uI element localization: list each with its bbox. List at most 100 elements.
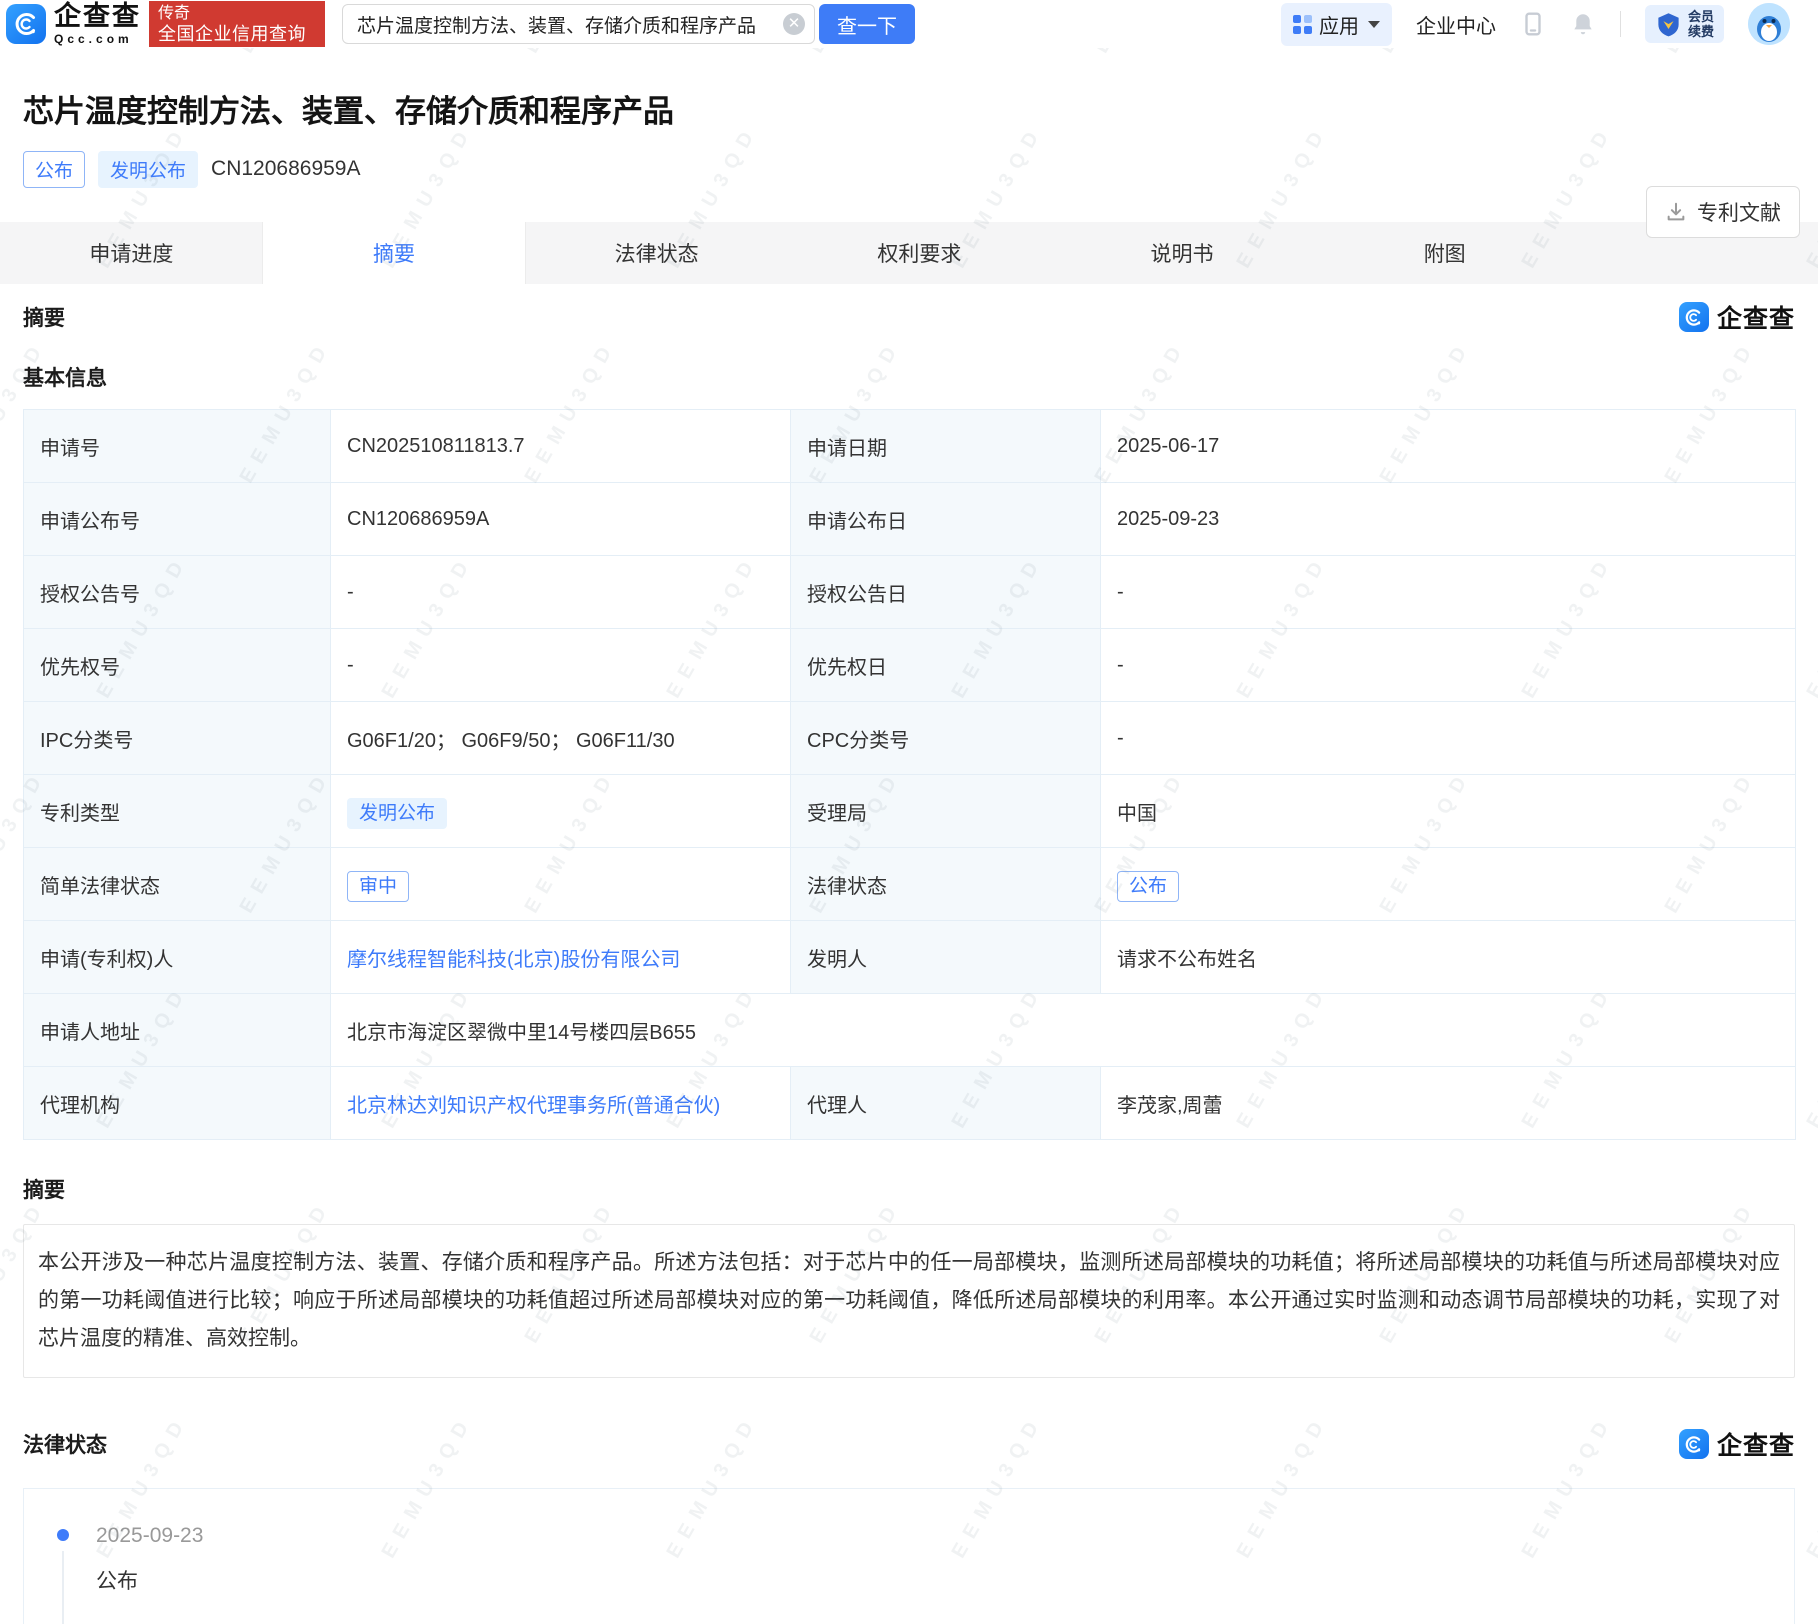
field-value: 摩尔线程智能科技(北京)股份有限公司 bbox=[331, 921, 791, 994]
legal-status-heading: 法律状态 bbox=[23, 1429, 107, 1459]
qcc-spiral-icon bbox=[12, 10, 40, 38]
mobile-app-icon[interactable] bbox=[1520, 11, 1546, 37]
patent-title: 芯片温度控制方法、装置、存储介质和程序产品 bbox=[23, 90, 1818, 134]
tab-application-progress[interactable]: 申请进度 bbox=[0, 222, 263, 284]
tab-bar: 申请进度 摘要 法律状态 权利要求 说明书 附图 bbox=[0, 222, 1818, 284]
field-label: 申请公布日 bbox=[791, 483, 1101, 556]
status-badge: 公布 bbox=[23, 151, 85, 188]
member-label-line1: 会员 bbox=[1688, 9, 1714, 24]
table-row: 申请号 CN202510811813.7 申请日期 2025-06-17 bbox=[24, 410, 1796, 483]
field-label: 发明人 bbox=[791, 921, 1101, 994]
field-label: 申请人地址 bbox=[24, 994, 331, 1067]
field-value: 李茂家,周蕾 bbox=[1101, 1067, 1796, 1140]
basic-info-table: 申请号 CN202510811813.7 申请日期 2025-06-17 申请公… bbox=[23, 409, 1796, 1140]
table-row: 专利类型 发明公布 受理局 中国 bbox=[24, 775, 1796, 848]
field-label: 简单法律状态 bbox=[24, 848, 331, 921]
clear-search-icon[interactable]: ✕ bbox=[783, 13, 805, 35]
field-label: 代理人 bbox=[791, 1067, 1101, 1140]
qcc-watermark-logo: 企查查 bbox=[1679, 299, 1795, 335]
publication-number: CN120686959A bbox=[211, 157, 360, 181]
member-label-line2: 续费 bbox=[1688, 24, 1714, 39]
header-nav: 应用 企业中心 会员 续费 bbox=[1281, 3, 1818, 46]
field-value: 北京市海淀区翠微中里14号楼四层B655 bbox=[331, 994, 1796, 1067]
field-label: 受理局 bbox=[791, 775, 1101, 848]
avatar-penguin-icon bbox=[1748, 3, 1790, 45]
timeline-date: 2025-09-23 bbox=[96, 1524, 203, 1548]
patent-type-badge[interactable]: 发明公布 bbox=[347, 798, 447, 829]
badge-row: 公布 发明公布 CN120686959A bbox=[23, 151, 1818, 187]
field-value: G06F1/20； G06F9/50； G06F11/30 bbox=[331, 702, 791, 775]
field-label: CPC分类号 bbox=[791, 702, 1101, 775]
notification-bell-icon[interactable] bbox=[1570, 11, 1596, 37]
type-badge[interactable]: 发明公布 bbox=[98, 151, 198, 188]
qcc-mini-logo-text: 企查查 bbox=[1717, 299, 1795, 335]
top-header: 企查查 Qcc.com 传奇 全国企业信用查询 ✕ 查一下 应用 企业中心 bbox=[0, 0, 1818, 48]
member-renew-button[interactable]: 会员 续费 bbox=[1645, 5, 1724, 43]
promo-line2: 全国企业信用查询 bbox=[158, 24, 316, 44]
field-value: - bbox=[331, 629, 791, 702]
searchbar: ✕ 查一下 bbox=[342, 4, 915, 44]
timeline-line bbox=[62, 1551, 64, 1624]
timeline-dot bbox=[57, 1529, 69, 1541]
table-row: 申请公布号 CN120686959A 申请公布日 2025-09-23 bbox=[24, 483, 1796, 556]
field-label: 优先权号 bbox=[24, 629, 331, 702]
brand-name: 企查查 bbox=[54, 3, 141, 30]
field-value: 发明公布 bbox=[331, 775, 791, 848]
field-value: 2025-09-23 bbox=[1101, 483, 1796, 556]
abstract-heading: 摘要 bbox=[23, 1174, 1795, 1204]
table-row: 简单法律状态 审中 法律状态 公布 bbox=[24, 848, 1796, 921]
apps-label: 应用 bbox=[1319, 10, 1359, 39]
legal-timeline-panel: 2025-09-23 公布 bbox=[23, 1488, 1795, 1624]
field-value: - bbox=[1101, 629, 1796, 702]
tab-figures[interactable]: 附图 bbox=[1313, 222, 1576, 284]
field-value: 中国 bbox=[1101, 775, 1796, 848]
search-input[interactable] bbox=[342, 4, 815, 44]
chevron-down-icon bbox=[1368, 21, 1380, 28]
qcc-logo-icon[interactable] bbox=[6, 4, 46, 44]
tab-abstract[interactable]: 摘要 bbox=[263, 222, 526, 284]
field-value: - bbox=[331, 556, 791, 629]
tab-legal-status[interactable]: 法律状态 bbox=[525, 222, 788, 284]
table-row: 申请人地址 北京市海淀区翠微中里14号楼四层B655 bbox=[24, 994, 1796, 1067]
qcc-mini-logo-icon bbox=[1679, 1429, 1709, 1459]
field-value: 审中 bbox=[331, 848, 791, 921]
field-label: 法律状态 bbox=[791, 848, 1101, 921]
user-avatar[interactable] bbox=[1748, 3, 1790, 45]
field-value: CN202510811813.7 bbox=[331, 410, 791, 483]
agency-link[interactable]: 北京林达刘知识产权代理事务所(普通合伙) bbox=[347, 1095, 720, 1117]
qcc-mini-logo-text: 企查查 bbox=[1717, 1426, 1795, 1462]
field-label: 授权公告号 bbox=[24, 556, 331, 629]
patent-document-button[interactable]: 专利文献 bbox=[1646, 186, 1800, 238]
enterprise-center-link[interactable]: 企业中心 bbox=[1416, 10, 1496, 39]
brand-text[interactable]: 企查查 Qcc.com bbox=[54, 3, 141, 45]
promo-line1: 传奇 bbox=[158, 4, 316, 24]
tab-description[interactable]: 说明书 bbox=[1051, 222, 1314, 284]
field-value: - bbox=[1101, 556, 1796, 629]
brand-domain: Qcc.com bbox=[54, 33, 141, 45]
timeline-event: 公布 bbox=[96, 1565, 138, 1595]
field-label: 申请日期 bbox=[791, 410, 1101, 483]
search-button[interactable]: 查一下 bbox=[819, 4, 915, 44]
tab-claims[interactable]: 权利要求 bbox=[788, 222, 1051, 284]
legal-status-badge: 公布 bbox=[1117, 871, 1179, 902]
field-value: 北京林达刘知识产权代理事务所(普通合伙) bbox=[331, 1067, 791, 1140]
applicant-link[interactable]: 摩尔线程智能科技(北京)股份有限公司 bbox=[347, 949, 680, 971]
field-value: CN120686959A bbox=[331, 483, 791, 556]
field-label: 优先权日 bbox=[791, 629, 1101, 702]
apps-menu-button[interactable]: 应用 bbox=[1281, 3, 1392, 46]
field-value: - bbox=[1101, 702, 1796, 775]
field-label: 专利类型 bbox=[24, 775, 331, 848]
table-row: 授权公告号 - 授权公告日 - bbox=[24, 556, 1796, 629]
qcc-mini-logo-icon bbox=[1679, 302, 1709, 332]
table-row: IPC分类号 G06F1/20； G06F9/50； G06F11/30 CPC… bbox=[24, 702, 1796, 775]
field-label: 代理机构 bbox=[24, 1067, 331, 1140]
crown-icon bbox=[1655, 11, 1682, 38]
field-value: 2025-06-17 bbox=[1101, 410, 1796, 483]
table-row: 代理机构 北京林达刘知识产权代理事务所(普通合伙) 代理人 李茂家,周蕾 bbox=[24, 1067, 1796, 1140]
abstract-text: 本公开涉及一种芯片温度控制方法、装置、存储介质和程序产品。所述方法包括：对于芯片… bbox=[23, 1224, 1795, 1378]
table-row: 优先权号 - 优先权日 - bbox=[24, 629, 1796, 702]
field-value: 请求不公布姓名 bbox=[1101, 921, 1796, 994]
field-label: IPC分类号 bbox=[24, 702, 331, 775]
field-value: 公布 bbox=[1101, 848, 1796, 921]
qcc-watermark-logo: 企查查 bbox=[1679, 1426, 1795, 1462]
